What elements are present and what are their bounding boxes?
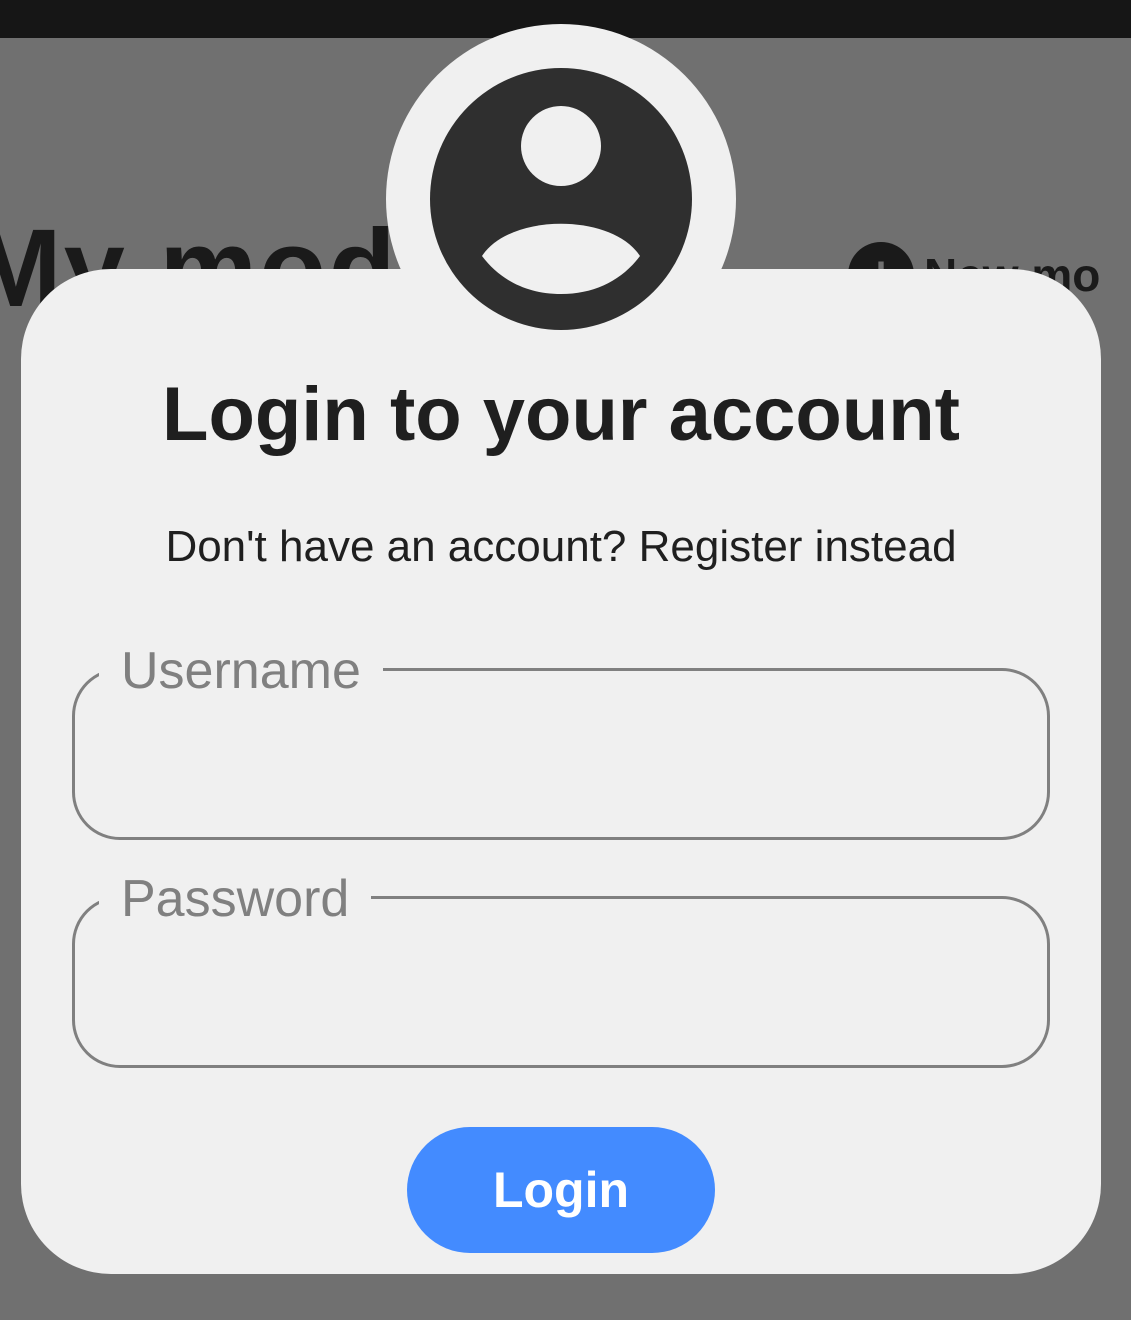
register-link[interactable]: Don't have an account? Register instead (21, 525, 1101, 569)
username-input[interactable] (105, 731, 1017, 803)
username-label: Username (99, 633, 383, 709)
password-field[interactable]: Password (72, 861, 1050, 1068)
dialog-title: Login to your account (162, 372, 960, 457)
password-label: Password (99, 861, 372, 937)
password-input[interactable] (105, 959, 1017, 1031)
login-dialog: Login to your account Don't have an acco… (21, 269, 1101, 1274)
account-circle-icon (430, 68, 692, 330)
login-button[interactable]: Login (407, 1127, 715, 1253)
username-field[interactable]: Username (72, 633, 1050, 840)
